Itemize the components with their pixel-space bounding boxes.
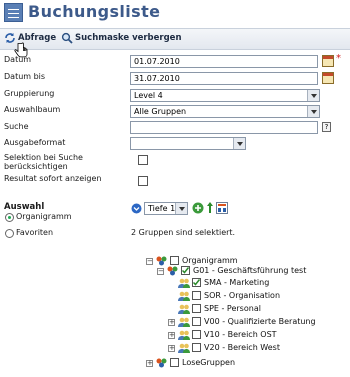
selection-heading: Auswahl — [4, 202, 45, 212]
tree-item-sor[interactable]: SOR - Organisation — [204, 291, 280, 300]
grouping-value: Level 4 — [134, 91, 163, 100]
chevron-down-icon — [307, 90, 319, 101]
group-icon — [156, 358, 167, 368]
add-icon[interactable] — [192, 202, 204, 214]
people-icon — [178, 317, 190, 327]
depth-value: Tiefe 1 — [148, 204, 176, 213]
date-to-input[interactable]: 31.07.2010 — [130, 72, 318, 85]
tree-item-lose[interactable]: LoseGruppen — [182, 358, 235, 367]
tree-label: Auswahlbaum — [4, 105, 61, 114]
radio-organigram[interactable] — [5, 213, 14, 222]
grouping-select[interactable]: Level 4 — [130, 89, 320, 102]
tree-checkbox-sma[interactable] — [192, 278, 201, 287]
selection-checkbox[interactable] — [138, 155, 148, 165]
required-marker: * — [336, 53, 341, 64]
people-icon — [178, 343, 190, 353]
depth-arrow-icon[interactable] — [131, 203, 142, 214]
show-results-label: Resultat sofort anzeigen — [4, 174, 102, 183]
tree-checkbox-v10[interactable] — [192, 330, 201, 339]
tree-item-sma[interactable]: SMA - Marketing — [204, 278, 269, 287]
chevron-down-icon — [175, 203, 187, 214]
query-button[interactable]: Abfrage — [4, 31, 56, 45]
tree-checkbox-v20[interactable] — [192, 343, 201, 352]
radio-favorites[interactable] — [5, 229, 14, 238]
group-icon — [156, 256, 167, 266]
tree-checkbox-spe[interactable] — [192, 304, 201, 313]
selected-info: 2 Gruppen sind selektiert. — [131, 228, 236, 237]
output-select[interactable] — [130, 137, 246, 150]
checkmark-icon — [192, 279, 201, 286]
expand-toggle[interactable]: + — [146, 360, 153, 367]
tree-checkbox-g01[interactable] — [181, 266, 190, 275]
tree-item-v20[interactable]: V20 - Bereich West — [204, 343, 280, 352]
people-icon — [178, 291, 190, 301]
tree-item-root[interactable]: Organigramm — [182, 256, 238, 265]
expand-toggle[interactable]: + — [168, 332, 175, 339]
collapse-toggle[interactable]: − — [157, 268, 164, 275]
magnifier-icon — [61, 32, 73, 44]
tree-checkbox-lose[interactable] — [170, 358, 179, 367]
help-icon[interactable]: ? — [322, 122, 331, 132]
calendar-icon[interactable] — [322, 55, 334, 67]
tree-select[interactable]: Alle Gruppen — [130, 105, 320, 118]
hide-search-button[interactable]: Suchmaske verbergen — [61, 31, 182, 45]
up-arrow-icon[interactable] — [206, 201, 214, 214]
search-label: Suche — [4, 122, 29, 131]
checkmark-icon — [181, 267, 190, 274]
page-title: Buchungsliste — [28, 2, 161, 21]
tree-item-g01[interactable]: G01 - Geschäftsführung test — [193, 266, 306, 275]
date-to-label: Datum bis — [4, 72, 46, 81]
people-icon — [178, 330, 190, 340]
org-chart-icon[interactable] — [216, 202, 228, 214]
tree-value: Alle Gruppen — [134, 107, 187, 116]
date-from-input[interactable]: 01.07.2010 — [130, 55, 318, 68]
tree-item-v10[interactable]: V10 - Bereich OST — [204, 330, 277, 339]
group-icon — [167, 266, 178, 276]
expand-toggle[interactable]: + — [168, 345, 175, 352]
tree-item-spe[interactable]: SPE - Personal — [204, 304, 261, 313]
tree-checkbox-root[interactable] — [170, 256, 179, 265]
output-label: Ausgabeformat — [4, 138, 66, 147]
people-icon — [178, 278, 190, 288]
tree-checkbox-sor[interactable] — [192, 291, 201, 300]
show-results-checkbox[interactable] — [138, 176, 148, 186]
collapse-toggle[interactable]: − — [146, 258, 153, 265]
calendar-icon[interactable] — [322, 72, 334, 84]
chevron-down-icon — [307, 106, 319, 117]
radio-favorites-label: Favoriten — [16, 228, 54, 237]
selection-label-line2: berücksichtigen — [4, 162, 68, 171]
grouping-label: Gruppierung — [4, 89, 55, 98]
radio-organigram-label: Organigramm — [16, 212, 72, 221]
tree-checkbox-v00[interactable] — [192, 317, 201, 326]
people-icon — [178, 304, 190, 314]
depth-select[interactable]: Tiefe 1 — [144, 202, 188, 215]
chevron-down-icon — [233, 138, 245, 149]
date-from-label: Datum — [4, 55, 32, 64]
search-input[interactable] — [130, 121, 318, 134]
selection-label-line1: Selektion bei Suche — [4, 153, 83, 162]
tree-item-v00[interactable]: V00 - Qualifizierte Beratung — [204, 317, 316, 326]
list-icon — [4, 3, 23, 22]
expand-toggle[interactable]: + — [168, 319, 175, 326]
hide-search-label: Suchmaske verbergen — [75, 33, 182, 43]
